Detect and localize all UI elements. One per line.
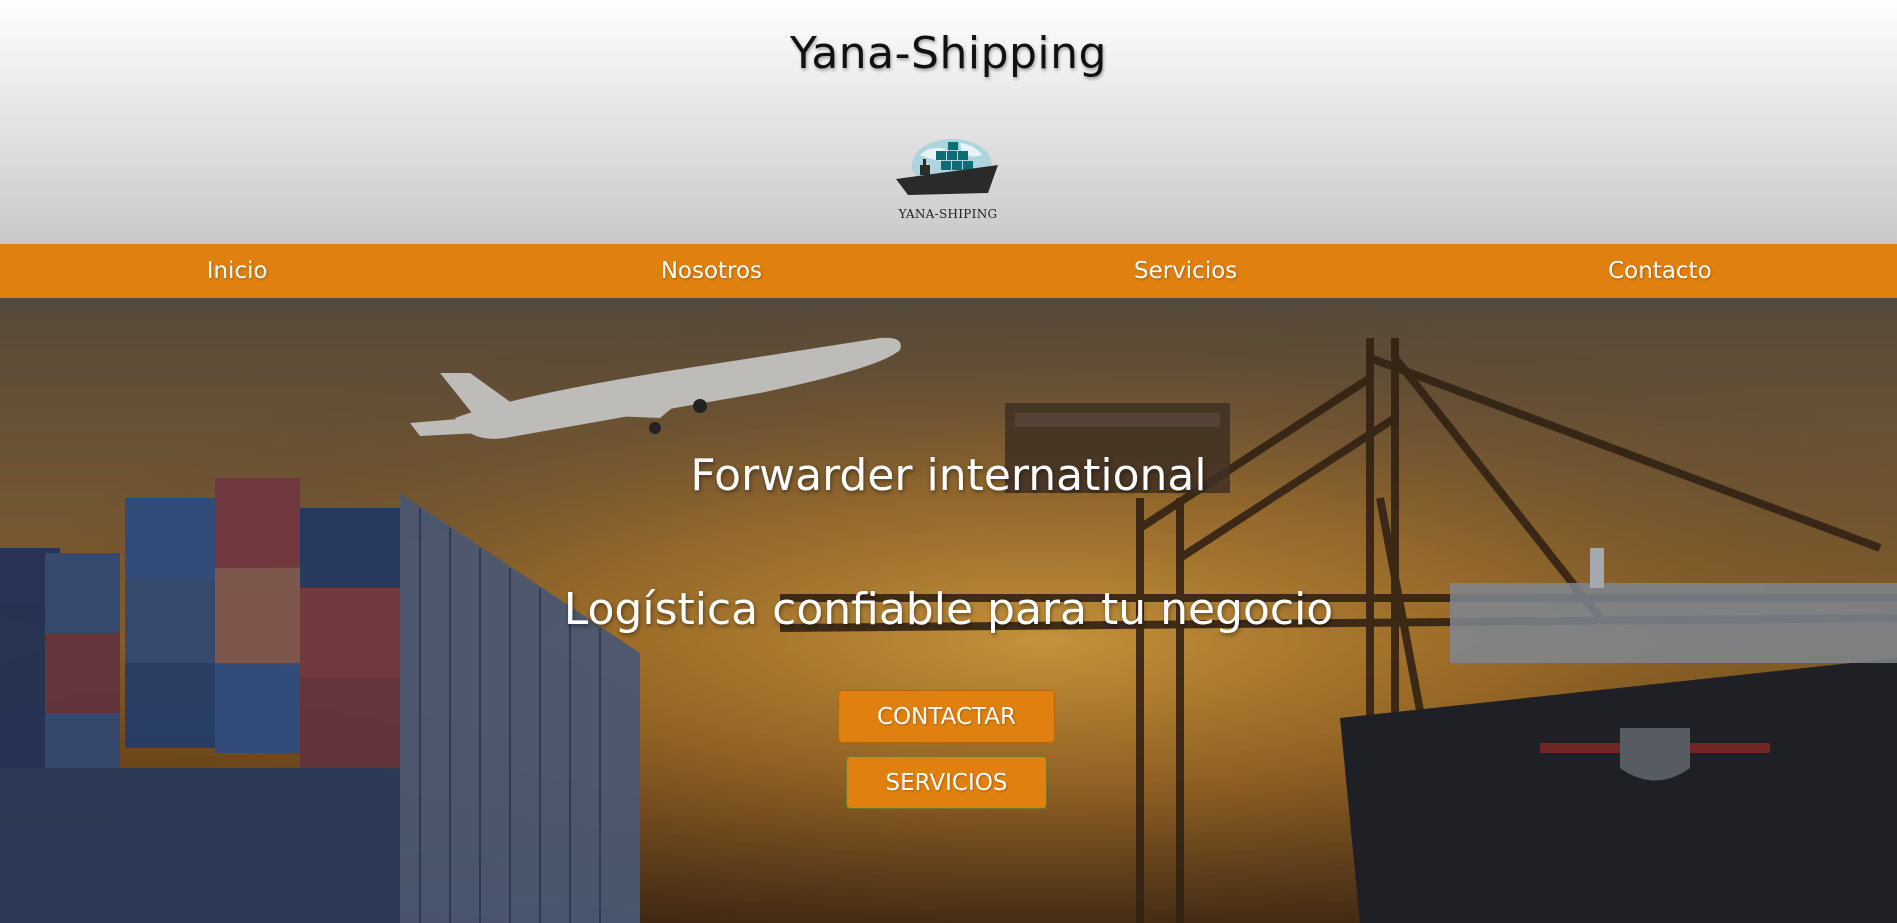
- site-title: Yana-Shipping: [790, 28, 1107, 79]
- contactar-button[interactable]: CONTACTAR: [838, 690, 1055, 743]
- site-header: Yana-Shipping YANA-SHIPING: [0, 0, 1897, 244]
- cargo-ship-icon: [896, 139, 998, 195]
- nav-item-contacto[interactable]: Contacto: [1423, 244, 1897, 298]
- hero-section: Forwarder international Logística confia…: [0, 298, 1897, 923]
- hero-subtitle: Logística confiable para tu negocio: [563, 584, 1334, 635]
- servicios-button[interactable]: SERVICIOS: [846, 756, 1047, 809]
- main-nav: Inicio Nosotros Servicios Contacto: [0, 244, 1897, 298]
- nav-item-inicio[interactable]: Inicio: [0, 244, 474, 298]
- hero-title: Forwarder international: [690, 450, 1207, 501]
- nav-item-nosotros[interactable]: Nosotros: [474, 244, 948, 298]
- logo-text: YANA-SHIPING: [898, 207, 998, 221]
- ship-logo[interactable]: YANA-SHIPING: [890, 135, 1006, 223]
- nav-item-servicios[interactable]: Servicios: [949, 244, 1423, 298]
